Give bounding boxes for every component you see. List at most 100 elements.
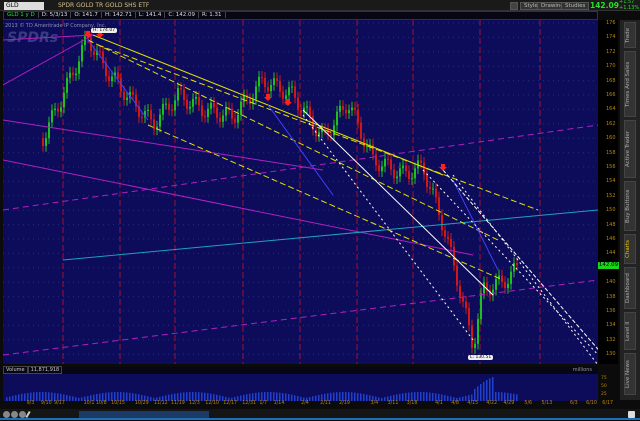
volume-bar [114,392,116,401]
expand-icon[interactable] [628,411,635,418]
candle [501,275,503,282]
volume-bar [516,394,518,401]
candle [348,110,350,114]
candle [261,76,263,78]
volume-bar [264,392,266,401]
candle [240,101,242,115]
price-axis[interactable]: 176 174 172 170 168 166 164 162 160 158 156 154 152 1… [598,20,618,364]
candle [45,138,47,146]
candle [411,178,413,180]
volume-bar [483,381,485,401]
side-tab-charts[interactable]: Charts [624,234,636,264]
candle [465,301,467,309]
volume-bar [498,392,500,401]
volume-bar [429,392,431,401]
volume-bar [477,386,479,401]
volume-bar [33,392,35,401]
info-close: C: 142.09 [165,12,200,18]
candle [255,86,257,100]
candle [309,106,311,117]
candle [306,106,308,108]
date-tick: 4/29 [503,401,515,406]
candle [60,107,62,112]
date-tick: 5/6 [524,401,533,406]
volume-tick: 75 [601,376,607,381]
time-scrollbar[interactable] [79,411,209,418]
date-tick: 1/14 [273,401,285,406]
candle [99,51,101,53]
volume-bar [189,392,191,401]
zoom-out-icon[interactable] [3,411,10,418]
side-tab-buy-buttons[interactable]: Buy Buttons [624,181,636,231]
symbol-input[interactable]: GLD [4,2,44,10]
candle [387,158,389,160]
side-tab-live-news[interactable]: Live News [624,353,636,395]
chart-tag[interactable]: GLD 1 y D [4,12,39,18]
volume-bar [423,392,425,401]
date-tick: 2/11 [320,401,331,406]
price-tick: 136 [606,308,616,314]
cursor-icon[interactable] [510,2,518,10]
side-tab-dashboard[interactable]: Dashboard [624,267,636,309]
side-tab-trade[interactable]: Trade [624,22,636,48]
price-chart[interactable]: 2013 © TD Ameritrade IP Company, Inc. SP… [3,20,598,364]
volume-bar [120,392,122,401]
candle [216,107,218,118]
volume-bar [360,393,362,401]
white-dotted [452,174,598,364]
volume-bar [249,393,251,401]
side-tab-times-and-sales[interactable]: Times And Sales [624,51,636,117]
price-change-box: +1.57 +1.13% [619,0,639,11]
volume-bar [246,394,248,401]
candle [462,297,464,302]
zoom-in-icon[interactable] [11,411,18,418]
candle [480,293,482,320]
last-price: 142.09 [590,1,619,10]
candle [213,102,215,108]
candle [384,158,386,167]
candle [171,109,173,111]
side-tab-active-trader[interactable]: Active Trader [624,120,636,178]
date-tick: 4/22 [486,401,498,406]
volume-bar [117,392,119,401]
volume-bar [57,393,59,401]
date-tick: 9/17 [54,401,65,406]
top-toolbar: GLD SPDR GOLD TR GOLD SHS ETF Style Draw… [0,0,640,11]
volume-bar [273,392,275,401]
studies-button[interactable]: Studies [561,2,590,10]
candle [42,138,44,146]
price-tick: 146 [606,236,616,242]
volume-bar [504,392,506,401]
candle [429,186,431,189]
volume-bar [207,393,209,401]
volume-bar [402,393,404,401]
volume-bar [183,392,185,401]
volume-bar [507,392,509,401]
volume-bar [480,384,482,401]
side-tab-level-ii[interactable]: Level II [624,312,636,350]
price-tick: 154 [606,178,616,185]
volume-bar [174,393,176,401]
candle [342,105,344,110]
date-tick: 3/11 [387,401,399,406]
candle [444,230,446,237]
candle [270,85,272,92]
volume-bar [105,392,107,401]
volume-bar [288,394,290,401]
candle [375,154,377,166]
volume-bar [186,392,188,401]
volume-bar [261,392,263,401]
price-tick: 144 [606,250,616,257]
candle [423,162,425,175]
volume-bar [180,392,182,401]
candle [372,144,374,155]
volume-bar [330,392,332,401]
candle [420,160,422,163]
date-tick: 12/10 [205,401,220,406]
candle [474,343,476,349]
price-tick: 148 [606,221,616,228]
volume-bar [252,393,254,401]
candle [93,51,95,55]
pencil-icon[interactable] [25,410,31,419]
candle [276,78,278,81]
